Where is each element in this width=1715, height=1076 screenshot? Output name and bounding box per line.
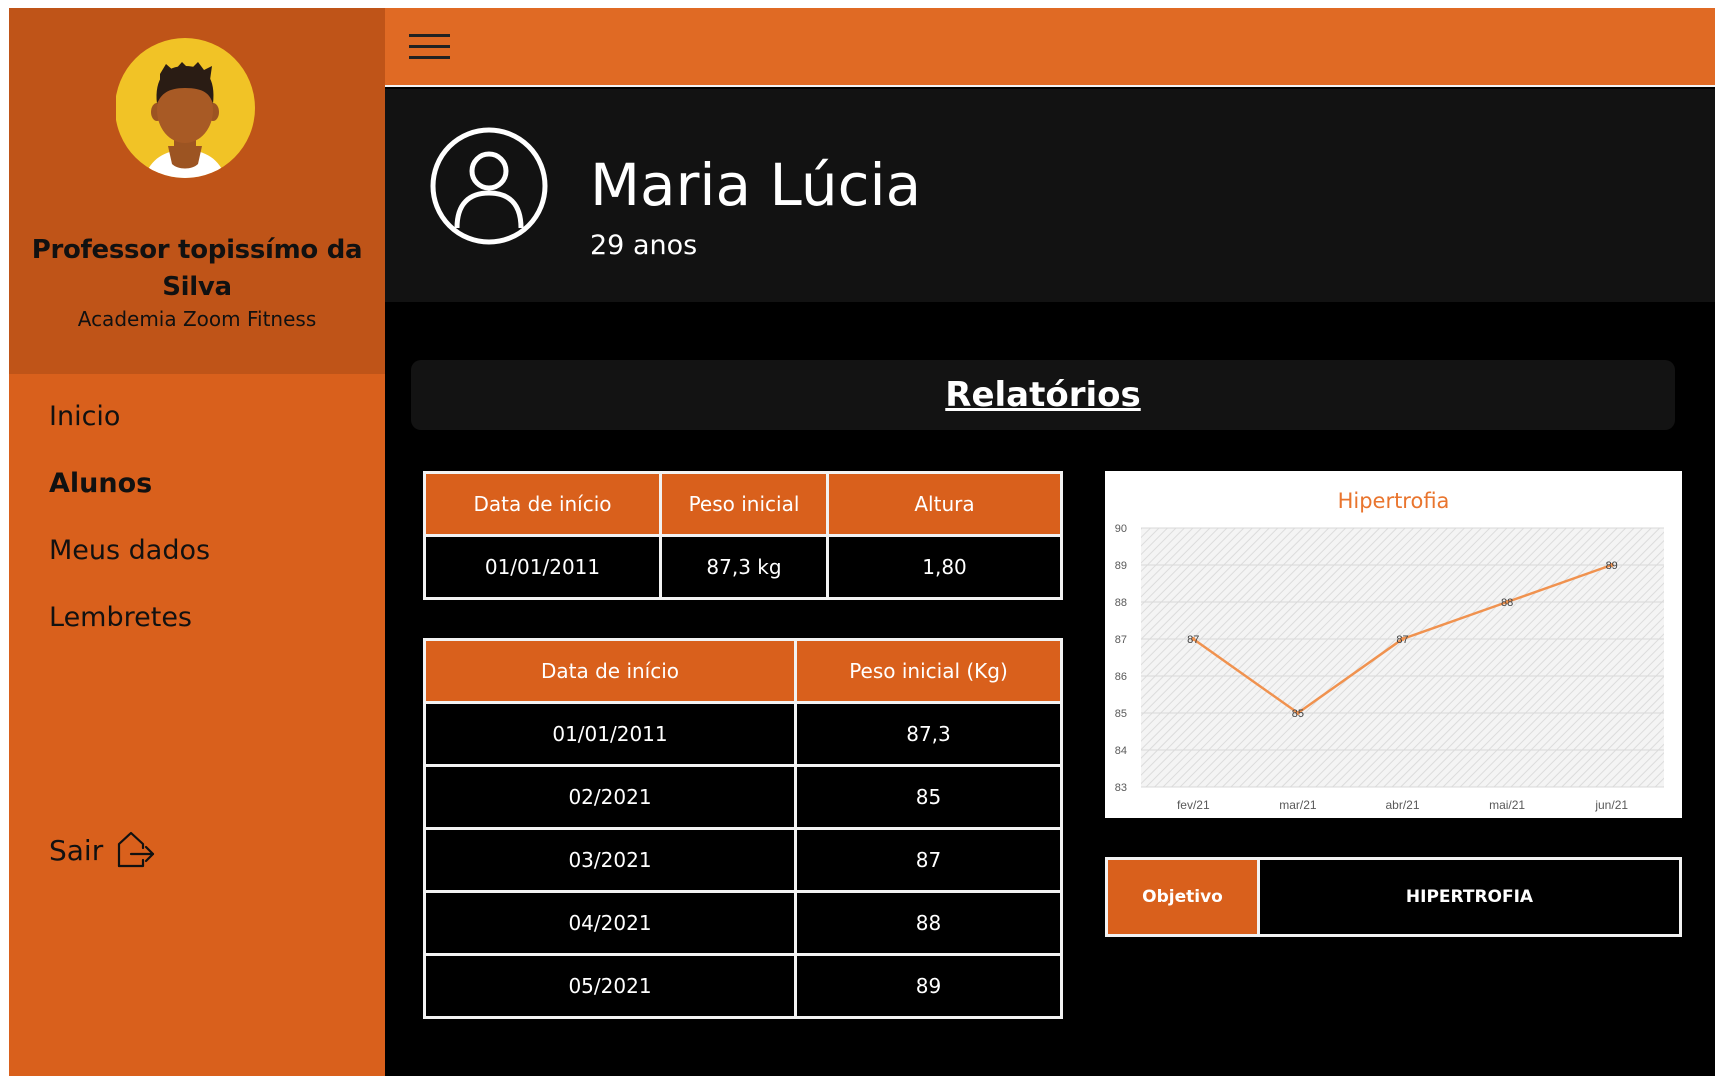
table-row: 01/01/2011 87,3 bbox=[423, 701, 1063, 767]
chart-x-tick-label: fev/21 bbox=[1177, 798, 1210, 812]
table-cell: 02/2021 bbox=[423, 764, 797, 830]
summary-table: Data de início Peso inicial Altura 01/01… bbox=[423, 471, 1063, 600]
chart-data-label: 85 bbox=[1292, 708, 1304, 720]
table-row: 01/01/2011 87,3 kg 1,80 bbox=[423, 534, 1063, 600]
table-cell: 88 bbox=[794, 890, 1063, 956]
table-cell: 85 bbox=[794, 764, 1063, 830]
logout-icon bbox=[118, 831, 155, 868]
table-header: Altura bbox=[826, 471, 1063, 537]
chart-x-tick-label: mai/21 bbox=[1489, 798, 1525, 812]
objective-label: Objetivo bbox=[1108, 860, 1260, 934]
table-cell: 87,3 kg bbox=[659, 534, 829, 600]
hamburger-menu-icon[interactable] bbox=[409, 34, 450, 60]
objective-value: HIPERTROFIA bbox=[1405, 887, 1534, 907]
table-row: 05/2021 89 bbox=[423, 953, 1063, 1019]
chart-plot: 83 84 85 86 87 88 89 90 fev/21 mar/21 abr/21 mai/21… bbox=[1115, 523, 1664, 812]
table-header: Peso inicial (Kg) bbox=[794, 638, 1063, 704]
chart-y-tick-label: 83 bbox=[1115, 782, 1127, 794]
table-cell: 89 bbox=[794, 953, 1063, 1019]
student-header: Maria Lúcia 29 anos bbox=[385, 89, 1715, 302]
logout-label: Sair bbox=[49, 833, 104, 867]
sidebar: Professor topissímo da Silva Academia Zo… bbox=[9, 8, 385, 1076]
chart-y-tick-label: 84 bbox=[1115, 745, 1127, 757]
profile-card: Professor topissímo da Silva Academia Zo… bbox=[9, 8, 385, 374]
chart-x-tick-label: mar/21 bbox=[1279, 798, 1317, 812]
chart-data-label: 89 bbox=[1606, 560, 1618, 572]
table-cell: 01/01/2011 bbox=[423, 701, 797, 767]
table-cell: 04/2021 bbox=[423, 890, 797, 956]
chart-x-tick-label: abr/21 bbox=[1385, 798, 1419, 812]
table-cell: 1,80 bbox=[826, 534, 1063, 600]
nav-item-alunos[interactable]: Alunos bbox=[49, 468, 152, 499]
user-circle-icon bbox=[430, 127, 548, 245]
chart-y-tick-label: 85 bbox=[1115, 708, 1127, 720]
chart-data-label: 88 bbox=[1501, 597, 1513, 609]
weight-history-table: Data de início Peso inicial (Kg) 01/01/2… bbox=[423, 638, 1063, 1019]
table-row: 03/2021 87 bbox=[423, 827, 1063, 893]
nav-item-lembretes[interactable]: Lembretes bbox=[49, 602, 192, 633]
chart-y-tick-label: 88 bbox=[1115, 597, 1127, 609]
gym-name: Academia Zoom Fitness bbox=[77, 307, 317, 331]
avatar bbox=[116, 38, 255, 178]
chart-x-tick-label: jun/21 bbox=[1594, 798, 1628, 812]
chart-y-tick-label: 87 bbox=[1115, 634, 1127, 646]
section-title: Relatórios bbox=[945, 375, 1141, 415]
table-header: Peso inicial bbox=[659, 471, 829, 537]
chart-data-label: 87 bbox=[1396, 634, 1408, 646]
table-header: Data de início bbox=[423, 471, 662, 537]
nav-item-inicio[interactable]: Inicio bbox=[49, 401, 120, 432]
reports-section-bar: Relatórios bbox=[411, 360, 1675, 430]
table-header-row: Data de início Peso inicial Altura bbox=[423, 471, 1063, 537]
nav-item-meus-dados[interactable]: Meus dados bbox=[49, 535, 210, 566]
table-cell: 87 bbox=[794, 827, 1063, 893]
chart-y-tick-label: 90 bbox=[1115, 523, 1127, 535]
table-row: 04/2021 88 bbox=[423, 890, 1063, 956]
student-age: 29 anos bbox=[590, 230, 698, 261]
top-bar bbox=[385, 8, 1715, 87]
table-cell: 01/01/2011 bbox=[423, 534, 662, 600]
chart-y-tick-label: 86 bbox=[1115, 671, 1127, 683]
student-name: Maria Lúcia bbox=[590, 151, 922, 219]
table-header-row: Data de início Peso inicial (Kg) bbox=[423, 638, 1063, 704]
logout-button[interactable]: Sair bbox=[49, 830, 155, 870]
chart-data-label: 87 bbox=[1187, 634, 1199, 646]
table-cell: 03/2021 bbox=[423, 827, 797, 893]
chart-y-tick-label: 89 bbox=[1115, 560, 1127, 572]
professor-name: Professor topissímo da Silva bbox=[31, 235, 363, 302]
table-header: Data de início bbox=[423, 638, 797, 704]
table-cell: 05/2021 bbox=[423, 953, 797, 1019]
objective-box: Objetivo HIPERTROFIA bbox=[1105, 857, 1682, 937]
table-row: 02/2021 85 bbox=[423, 764, 1063, 830]
table-cell: 87,3 bbox=[794, 701, 1063, 767]
hypertrophy-chart: Hipertrofia 83 84 85 86 87 88 89 90 fev/21 mar/21… bbox=[1105, 471, 1682, 818]
